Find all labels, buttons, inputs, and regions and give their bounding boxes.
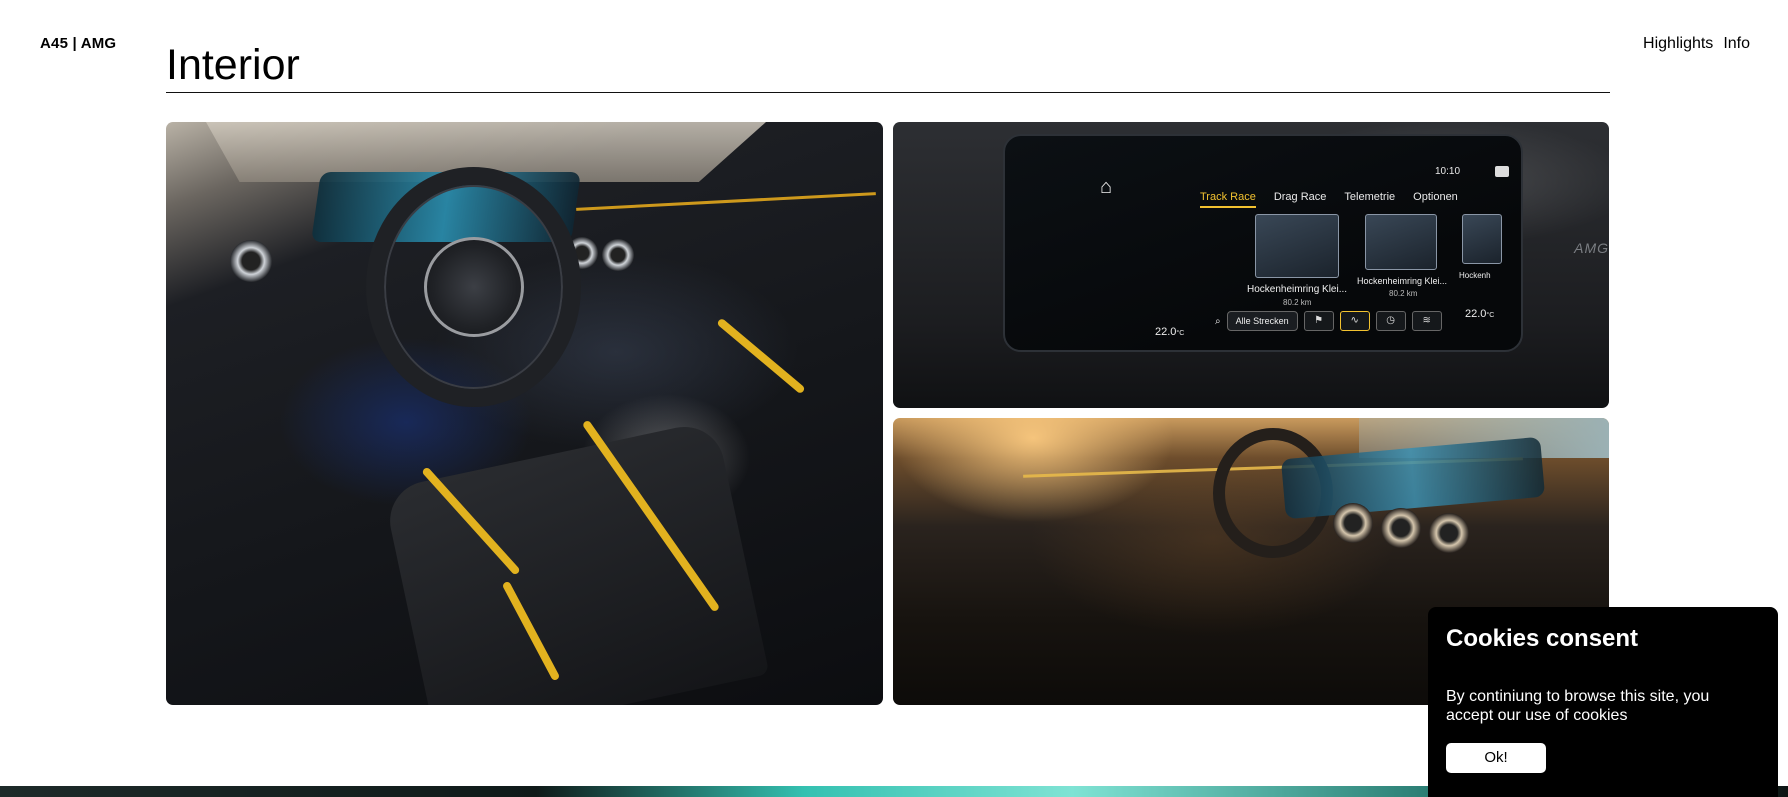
- interior-image-infotainment: ⌂ 10:10 Track Race Drag Race Telemetrie …: [893, 122, 1609, 408]
- air-vent: [1429, 513, 1469, 553]
- nav-info[interactable]: Info: [1723, 35, 1750, 53]
- screen-toolbar: ⌕ Alle Strecken ⚑ ∿ ◷ ≋: [1215, 311, 1442, 331]
- ambient-light: [576, 192, 876, 211]
- temp-unit: °C: [1486, 312, 1495, 319]
- home-icon: ⌂: [1100, 176, 1113, 198]
- interior-image-cockpit: [166, 122, 883, 705]
- temp-right-value: 22.0: [1465, 308, 1487, 320]
- track-name: Hockenheimring Klei...: [1247, 284, 1348, 295]
- tab-track-race: Track Race: [1200, 191, 1256, 208]
- steering-hub: [424, 237, 524, 337]
- flag-icon: ⚑: [1303, 311, 1334, 331]
- temp-right: 22.0°C: [1465, 308, 1494, 320]
- air-vent: [1333, 503, 1373, 543]
- search-icon: ⌕: [1215, 315, 1221, 327]
- status-clock: 10:10: [1435, 166, 1461, 177]
- tab-drag-race: Drag Race: [1273, 191, 1327, 203]
- temp-unit: °C: [1176, 330, 1185, 337]
- track-name: Hockenheimring Klei...: [1357, 276, 1448, 286]
- track-card: [1462, 214, 1502, 264]
- track-name: Hockenh: [1459, 271, 1491, 280]
- settings-track-icon: ≋: [1411, 311, 1442, 331]
- track-card: [1255, 214, 1339, 278]
- air-vent: [1381, 508, 1421, 548]
- track-icon: ∿: [1339, 311, 1370, 331]
- section-title: Interior: [166, 41, 300, 89]
- tab-optionen: Optionen: [1413, 191, 1458, 203]
- dashboard-display: [1280, 436, 1546, 520]
- message-icon: [1495, 166, 1509, 177]
- temp-left: 22.0°C: [1155, 326, 1184, 338]
- cookie-title: Cookies consent: [1446, 625, 1639, 652]
- track-distance: 80.2 km: [1283, 298, 1312, 307]
- seat: [382, 419, 770, 705]
- tab-telemetrie: Telemetrie: [1344, 191, 1396, 203]
- screen-tabs: Track Race Drag Race Telemetrie Optionen: [1200, 191, 1458, 208]
- cookie-consent-dialog: Cookies consent By continiung to browse …: [1428, 607, 1778, 797]
- timer-icon: ◷: [1375, 311, 1406, 331]
- cookie-ok-button[interactable]: Ok!: [1446, 743, 1546, 773]
- temp-left-value: 22.0: [1155, 326, 1177, 338]
- seat-stripe: [716, 317, 806, 395]
- cookie-text: By continiung to browse this site, you a…: [1446, 688, 1710, 724]
- top-nav: Highlights Info: [1643, 35, 1750, 53]
- air-vent: [602, 239, 634, 271]
- air-vent: [230, 240, 272, 282]
- all-tracks-search: Alle Strecken: [1226, 311, 1298, 331]
- infotainment-screen: ⌂ 10:10 Track Race Drag Race Telemetrie …: [1003, 134, 1523, 352]
- track-distance: 80.2 km: [1389, 289, 1418, 298]
- nav-highlights[interactable]: Highlights: [1643, 35, 1713, 53]
- brand-logo[interactable]: A45 | AMG: [40, 35, 116, 52]
- track-card: [1365, 214, 1437, 270]
- section-divider: [166, 92, 1610, 93]
- amg-badge: AMG: [1574, 240, 1609, 256]
